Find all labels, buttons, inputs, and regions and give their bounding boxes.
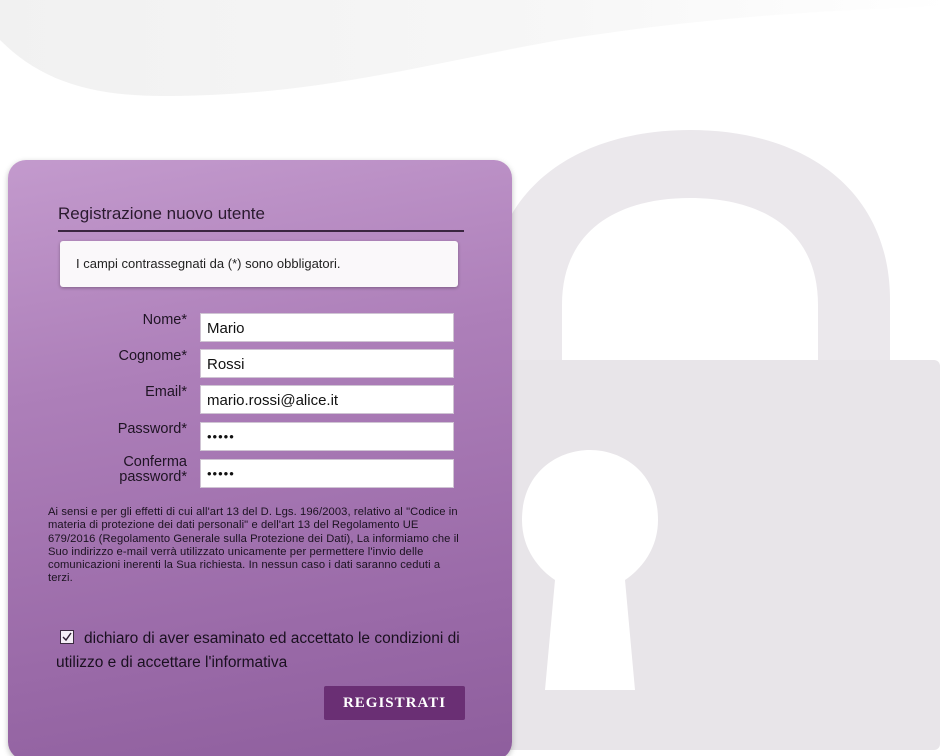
email-label: Email* (145, 384, 187, 400)
form-title: Registrazione nuovo utente (58, 204, 464, 232)
notice-text: I campi contrassegnati da (*) sono obbli… (76, 256, 341, 271)
checkmark-icon (62, 632, 72, 642)
consent-checkbox[interactable] (60, 630, 74, 644)
cognome-label: Cognome* (118, 348, 187, 364)
privacy-notice: Ai sensi e per gli effetti di cui all'ar… (48, 506, 459, 585)
email-input[interactable]: mario.rossi@alice.it (200, 385, 454, 414)
nome-label: Nome* (142, 312, 187, 328)
conferma-label-line1: Conferma (123, 454, 187, 470)
padlock-icon (440, 130, 940, 750)
password-input[interactable]: ••••• (200, 422, 454, 451)
conferma-label-line2: password* (119, 469, 187, 485)
password-label: Password* (117, 421, 187, 437)
nome-input[interactable]: Mario (200, 313, 454, 342)
conferma-password-input[interactable]: ••••• (200, 459, 454, 488)
header-swoosh-decoration (0, 0, 951, 97)
registration-panel: Registrazione nuovo utente I campi contr… (8, 160, 512, 756)
consent-label: dichiaro di aver esaminato ed accettato … (56, 630, 460, 671)
conferma-password-label: Conferma password* (37, 455, 187, 485)
page: Registrazione nuovo utente I campi contr… (0, 0, 951, 756)
required-fields-notice: I campi contrassegnati da (*) sono obbli… (60, 241, 458, 287)
cognome-input[interactable]: Rossi (200, 349, 454, 378)
register-button[interactable]: REGISTRATI (324, 686, 465, 720)
